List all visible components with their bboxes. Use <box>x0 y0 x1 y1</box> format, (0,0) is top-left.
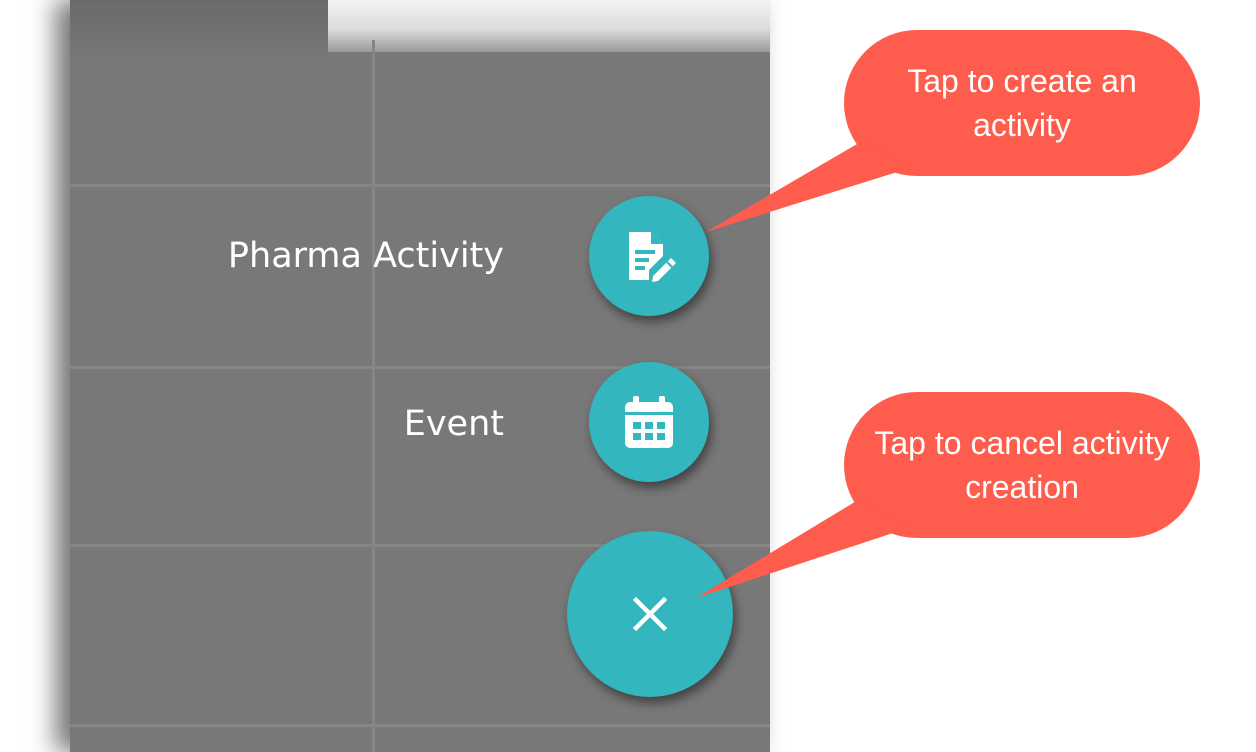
cancel-callout-text: Tap to cancel activity creation <box>874 425 1170 505</box>
close-fab-button[interactable] <box>567 531 733 697</box>
create-callout-text: Tap to create an activity <box>907 63 1137 143</box>
calendar-icon <box>625 396 673 448</box>
event-label[interactable]: Event <box>404 404 504 444</box>
grid-line <box>372 40 375 752</box>
grid-line <box>70 184 770 187</box>
grid-line <box>70 724 770 727</box>
pharma-activity-label[interactable]: Pharma Activity <box>228 236 504 276</box>
pharma-activity-button[interactable] <box>589 196 709 316</box>
toolbar-edge <box>328 0 770 52</box>
document-edit-icon <box>629 232 676 282</box>
close-icon <box>632 596 668 632</box>
event-button[interactable] <box>589 362 709 482</box>
toolbar-shadow <box>70 0 328 58</box>
